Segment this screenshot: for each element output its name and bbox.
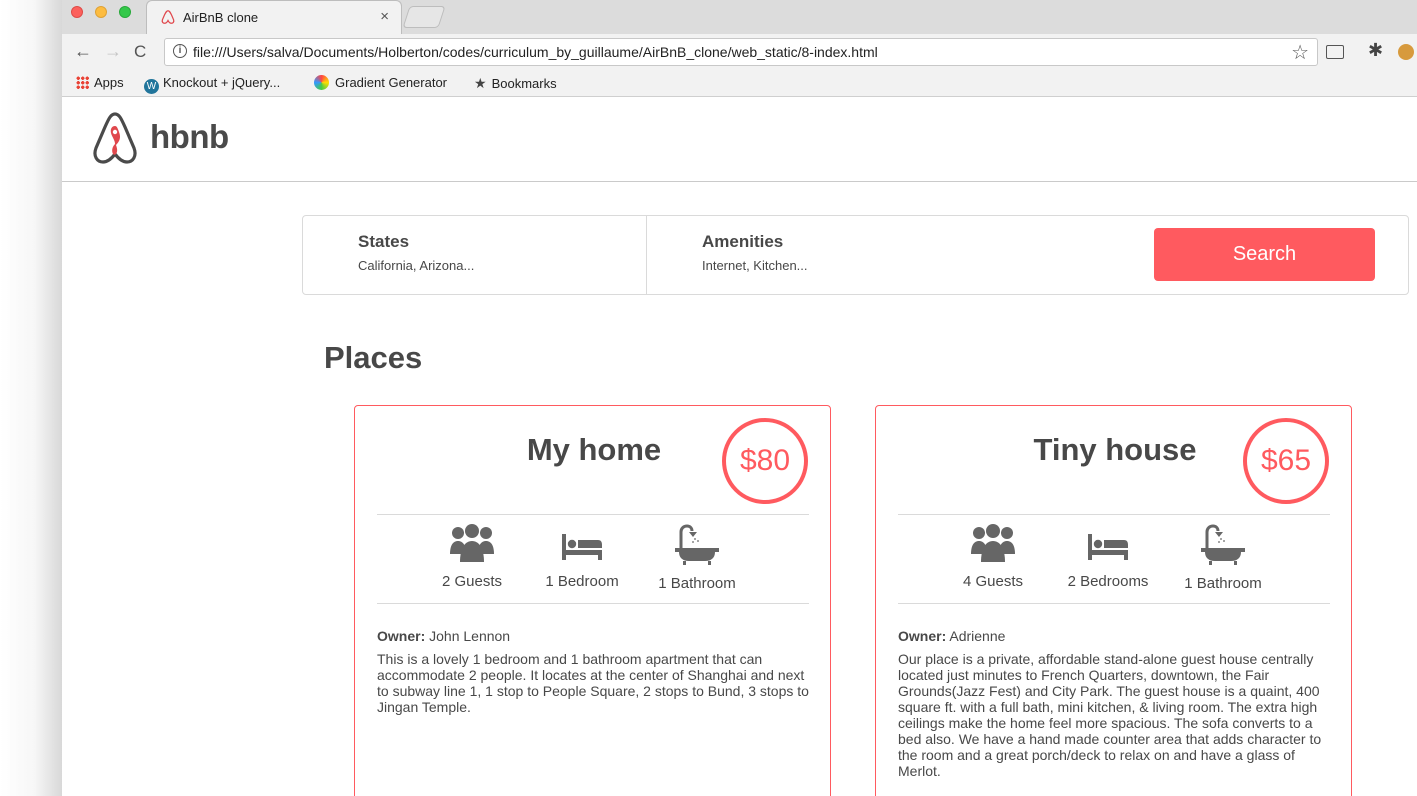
address-bar[interactable]: i file:///Users/salva/Documents/Holberto… bbox=[164, 38, 1318, 66]
minimize-window-button[interactable] bbox=[95, 6, 107, 18]
browser-toolbar: ← → C i file:///Users/salva/Documents/Ho… bbox=[62, 34, 1417, 70]
divider bbox=[898, 603, 1330, 604]
bed-icon bbox=[1088, 534, 1128, 560]
bookmark-gradient-generator[interactable]: Gradient Generator bbox=[314, 75, 447, 90]
bookmark-label: Knockout + jQuery... bbox=[163, 75, 281, 90]
search-button[interactable]: Search bbox=[1154, 228, 1375, 281]
bookmark-label: Bookmarks bbox=[491, 76, 557, 91]
tab-strip: AirBnB clone × bbox=[62, 0, 1417, 34]
owner-label: Owner: bbox=[898, 628, 947, 644]
bath-icon bbox=[675, 524, 719, 565]
amenities-filter-title[interactable]: Amenities bbox=[702, 232, 783, 252]
divider bbox=[377, 514, 809, 515]
baths-label: 1 Bathroom bbox=[1184, 575, 1262, 592]
apps-grid-icon bbox=[76, 76, 89, 89]
rooms-label: 2 Bedrooms bbox=[1067, 573, 1149, 590]
states-filter-value[interactable]: California, Arizona... bbox=[358, 258, 474, 273]
bookmarks-bar: Apps W Knockout + jQuery... Gradient Gene… bbox=[62, 70, 1417, 97]
bookmark-bookmarks[interactable]: ★ Bookmarks bbox=[474, 75, 557, 92]
reload-button[interactable]: C bbox=[134, 42, 146, 62]
owner-line: Owner: John Lennon bbox=[377, 628, 510, 644]
star-icon[interactable]: ☆ bbox=[1291, 40, 1309, 65]
airbnb-logo-icon[interactable] bbox=[90, 110, 140, 166]
price-badge: $80 bbox=[722, 418, 808, 504]
site-header: hbnb bbox=[62, 98, 1417, 182]
guests-icon bbox=[971, 524, 1015, 562]
place-card: Tiny house $65 4 Guests 2 Bedrooms 1 Bat… bbox=[875, 405, 1352, 796]
maximize-window-button[interactable] bbox=[119, 6, 131, 18]
rooms-label: 1 Bedroom bbox=[545, 573, 619, 590]
tab-close-icon[interactable]: × bbox=[380, 8, 389, 25]
tab-title: AirBnB clone bbox=[183, 10, 259, 25]
owner-label: Owner: bbox=[377, 628, 426, 644]
guests-label: 4 Guests bbox=[962, 573, 1024, 590]
divider bbox=[898, 514, 1330, 515]
filters-section: States California, Arizona... Amenities … bbox=[302, 215, 1409, 295]
close-window-button[interactable] bbox=[71, 6, 83, 18]
baths-info: 1 Bathroom bbox=[1168, 524, 1278, 592]
bookmark-label: Gradient Generator bbox=[335, 75, 448, 90]
tab-airbnb-clone[interactable]: AirBnB clone × bbox=[146, 0, 402, 34]
browser-window: AirBnB clone × ← → C i file:///Users/sal… bbox=[62, 0, 1417, 796]
desktop-background bbox=[0, 0, 62, 796]
bath-icon bbox=[1201, 524, 1245, 565]
logo-text[interactable]: hbnb bbox=[150, 118, 229, 156]
baths-label: 1 Bathroom bbox=[658, 575, 736, 592]
bed-icon bbox=[562, 534, 602, 560]
cast-icon[interactable] bbox=[1326, 45, 1344, 59]
guests-icon bbox=[450, 524, 494, 562]
place-description: This is a lovely 1 bedroom and 1 bathroo… bbox=[377, 651, 809, 715]
owner-name: Adrienne bbox=[946, 628, 1006, 644]
info-icon[interactable]: i bbox=[173, 44, 187, 58]
bookmark-apps[interactable]: Apps bbox=[76, 75, 124, 90]
rooms-info: 2 Bedrooms bbox=[1048, 524, 1168, 590]
color-wheel-icon bbox=[314, 75, 329, 90]
rooms-info: 1 Bedroom bbox=[527, 524, 637, 590]
guests-info: 4 Guests bbox=[938, 524, 1048, 590]
forward-button[interactable]: → bbox=[104, 41, 122, 62]
baths-info: 1 Bathroom bbox=[637, 524, 757, 592]
guests-info: 2 Guests bbox=[417, 524, 527, 590]
owner-line: Owner: Adrienne bbox=[898, 628, 1005, 644]
owner-name: John Lennon bbox=[425, 628, 511, 644]
url-text[interactable]: file:///Users/salva/Documents/Holberton/… bbox=[193, 44, 878, 60]
gear-icon[interactable]: ✱ bbox=[1368, 40, 1383, 61]
place-description: Our place is a private, affordable stand… bbox=[898, 651, 1322, 779]
place-card: My home $80 2 Guests 1 Bedroom 1 Bathroo… bbox=[354, 405, 831, 796]
wordpress-icon: W bbox=[144, 79, 159, 94]
back-button[interactable]: ← bbox=[74, 41, 92, 62]
bookmark-label: Apps bbox=[94, 75, 124, 90]
states-filter-title[interactable]: States bbox=[358, 232, 409, 252]
filter-divider bbox=[646, 216, 647, 294]
cookie-extension-icon[interactable] bbox=[1398, 44, 1414, 60]
price-badge: $65 bbox=[1243, 418, 1329, 504]
star-filled-icon: ★ bbox=[474, 75, 487, 91]
new-tab-button[interactable] bbox=[402, 6, 446, 28]
bookmark-knockout[interactable]: W Knockout + jQuery... bbox=[144, 75, 280, 94]
airbnb-favicon-icon bbox=[161, 10, 175, 24]
amenities-filter-value[interactable]: Internet, Kitchen... bbox=[702, 258, 808, 273]
places-heading: Places bbox=[324, 340, 423, 375]
guests-label: 2 Guests bbox=[441, 573, 503, 590]
divider bbox=[377, 603, 809, 604]
